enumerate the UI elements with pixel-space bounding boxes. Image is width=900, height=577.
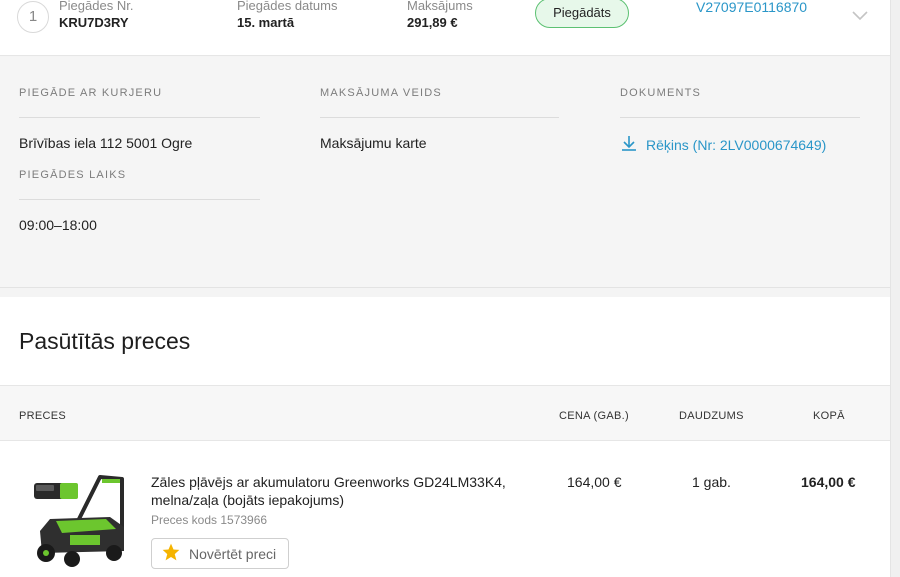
payment-method-section: MAKSĀJUMA VEIDS Maksājumu karte <box>320 87 559 151</box>
column-header-total: KOPĀ <box>813 410 845 422</box>
invoice-link[interactable]: Rēķins (Nr: 2LV0000674649) <box>620 134 860 155</box>
table-header: PRECES CENA (GAB.) DAUDZUMS KOPĀ <box>0 385 890 441</box>
rate-product-label: Novērtēt preci <box>189 545 277 562</box>
payment-amount: 291,89 € <box>407 15 458 30</box>
product-total: 164,00 € <box>801 474 856 490</box>
order-details-panel: PIEGĀDE AR KURJERU Brīvības iela 112 500… <box>0 57 890 288</box>
payment-method-heading: MAKSĀJUMA VEIDS <box>320 87 442 99</box>
column-header-quantity: DAUDZUMS <box>679 410 744 422</box>
product-name-link[interactable]: Zāles pļāvējs ar akumulatoru Greenworks … <box>151 473 521 509</box>
delivery-address: Brīvības iela 112 5001 Ogre <box>19 135 193 151</box>
page-edge <box>890 0 900 577</box>
documents-section: DOKUMENTS Rēķins (Nr: 2LV0000674649) <box>620 87 860 155</box>
order-summary-row[interactable]: 1 Piegādes Nr. KRU7D3RY Piegādes datums … <box>0 0 890 56</box>
rate-product-button[interactable]: Novērtēt preci <box>151 538 289 569</box>
product-image[interactable] <box>26 469 134 569</box>
column-header-item: PRECES <box>19 410 67 422</box>
invoice-link-label: Rēķins (Nr: 2LV0000674649) <box>646 136 827 153</box>
product-price: 164,00 € <box>567 474 622 490</box>
payment-method: Maksājumu karte <box>320 135 427 151</box>
delivery-time: 09:00–18:00 <box>19 217 97 233</box>
documents-heading: DOKUMENTS <box>620 87 702 99</box>
divider <box>620 117 860 118</box>
divider <box>320 117 559 118</box>
column-header-price: CENA (GAB.) <box>559 410 629 422</box>
download-icon <box>620 134 646 155</box>
section-title: Pasūtītās preces <box>19 328 191 354</box>
status-badge: Piegādāts <box>535 0 629 28</box>
payment-block: Maksājums 291,89 € <box>407 0 473 31</box>
star-icon <box>161 542 189 565</box>
courier-section: PIEGĀDE AR KURJERU Brīvības iela 112 500… <box>19 87 260 233</box>
delivery-date-label: Piegādes datums <box>237 0 338 13</box>
payment-label: Maksājums <box>407 0 473 13</box>
courier-heading: PIEGĀDE AR KURJERU <box>19 87 163 99</box>
ordered-products-panel: Pasūtītās preces PRECES CENA (GAB.) DAUD… <box>0 297 890 577</box>
divider <box>19 117 260 118</box>
tracking-link[interactable]: V27097E0116870 <box>696 0 807 15</box>
delivery-number: KRU7D3RY <box>59 15 129 30</box>
divider <box>19 199 260 200</box>
product-code: Preces kods 1573966 <box>151 513 268 527</box>
delivery-number-label: Piegādes Nr. <box>59 0 134 13</box>
delivery-time-heading: PIEGĀDES LAIKS <box>19 169 127 181</box>
chevron-down-icon[interactable] <box>851 9 869 27</box>
delivery-number-block: Piegādes Nr. KRU7D3RY <box>59 0 133 31</box>
delivery-date: 15. martā <box>237 15 295 30</box>
order-index: 1 <box>17 1 49 33</box>
delivery-date-block: Piegādes datums 15. martā <box>237 0 337 31</box>
product-quantity: 1 gab. <box>692 474 731 490</box>
